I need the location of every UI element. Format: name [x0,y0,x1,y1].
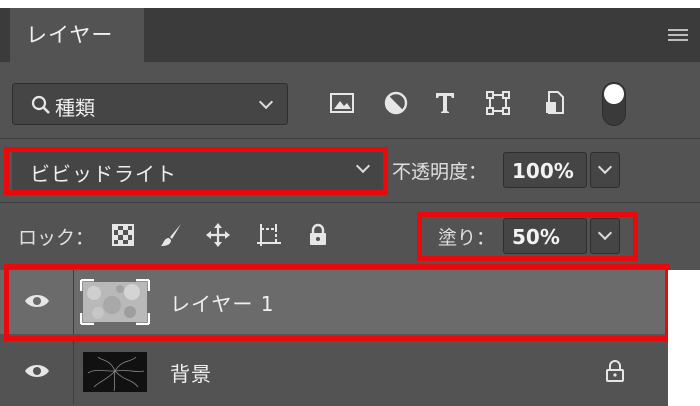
divider [0,202,700,203]
tab-layers[interactable]: レイヤー [10,8,144,62]
chevron-down-icon [258,94,274,110]
smart-object-filter-icon[interactable] [540,88,570,118]
search-icon [31,95,50,114]
highlight-blend-mode [4,147,388,195]
lock-all-icon[interactable] [305,222,331,248]
shape-filter-icon[interactable] [483,88,513,118]
layer-thumbnail [83,352,147,392]
chevron-down-icon [597,159,613,175]
toggle-knob [604,84,624,104]
eye-icon[interactable] [24,362,50,380]
opacity-input[interactable]: 100% [503,152,587,188]
panel-header: レイヤー [0,8,700,62]
divider [0,138,700,139]
layers-panel: レイヤー 種類 ビビッドライト 不透明度： 100% ロック： 塗り： 50% … [0,0,700,406]
layer-name: 背景 [170,362,212,386]
layer-list: レイヤー 1 背景 [0,264,670,406]
opacity-dropdown-button[interactable] [590,152,620,188]
type-filter-icon[interactable] [430,88,460,118]
lock-label: ロック： [18,227,95,249]
lock-icon[interactable] [604,359,626,383]
lock-image-pixels-icon[interactable] [158,222,184,248]
scrollbar-track[interactable] [668,270,700,406]
layer-row-background[interactable]: 背景 [0,340,668,404]
highlight-layer1 [4,264,670,341]
visibility-column [0,340,74,404]
highlight-fill [417,212,638,261]
lock-artboard-icon[interactable] [256,222,282,248]
filter-kind-select[interactable]: 種類 [12,83,288,125]
image-filter-icon[interactable] [327,88,357,118]
filter-toggle[interactable] [602,82,626,126]
lock-position-icon[interactable] [205,222,231,248]
adjustment-filter-icon[interactable] [381,88,411,118]
filter-kind-label: 種類 [55,96,95,120]
opacity-label: 不透明度： [392,161,488,183]
hamburger-icon[interactable] [668,29,688,42]
panel-body: 種類 ビビッドライト 不透明度： 100% ロック： 塗り： 50% レイヤー … [0,62,700,406]
lock-transparent-pixels-icon[interactable] [110,222,136,248]
